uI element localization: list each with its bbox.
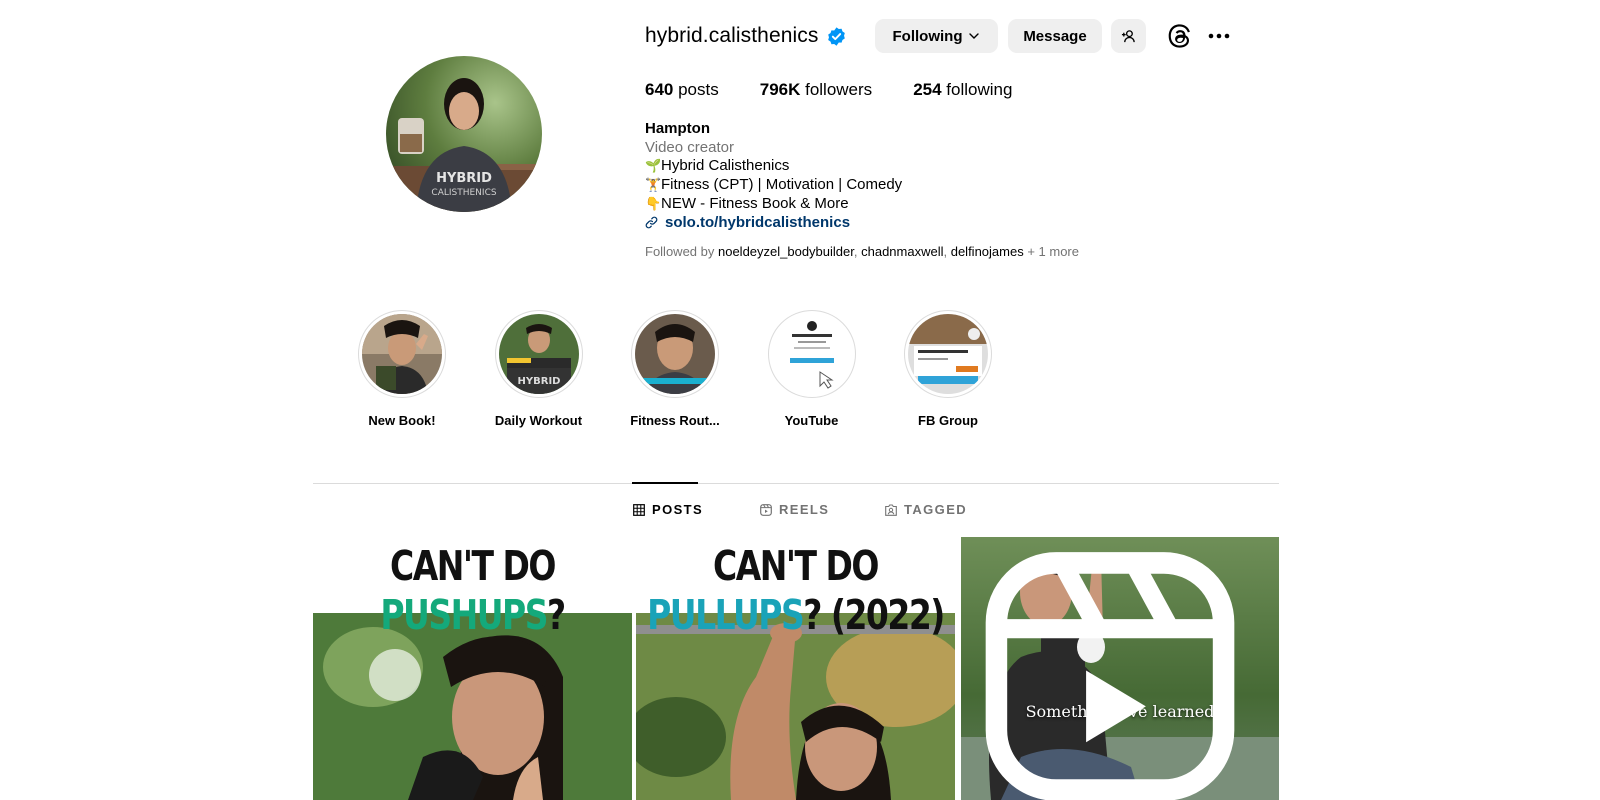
active-tab-indicator	[632, 482, 698, 484]
story-highlights: New Book! HYBRID Daily Workout Fitness R…	[358, 310, 1041, 428]
tab-posts[interactable]: POSTS	[633, 502, 703, 517]
bio-link[interactable]: solo.to/hybridcalisthenics	[645, 214, 902, 233]
bio-line: 🏋Fitness (CPT) | Motivation | Comedy	[645, 176, 902, 195]
bio-line: 👇NEW - Fitness Book & More	[645, 195, 902, 214]
post-title-accent: PULLUPS	[647, 590, 805, 639]
highlight-thumbnail: HYBRID	[498, 314, 579, 394]
followers-count-value: 796K	[759, 80, 801, 99]
highlight-ring	[767, 310, 856, 398]
highlight-thumbnail	[635, 314, 715, 394]
tab-reels[interactable]: REELS	[760, 502, 829, 517]
followed-by-user[interactable]: delfinojames	[951, 244, 1024, 259]
separator: ,	[943, 244, 951, 259]
bio-line-text: Fitness (CPT) | Motivation | Comedy	[661, 176, 903, 194]
followed-by-user[interactable]: noeldeyzel_bodybuilder	[718, 244, 854, 259]
highlight-new-book[interactable]: New Book!	[358, 310, 446, 428]
highlight-daily-workout[interactable]: HYBRID Daily Workout	[494, 310, 583, 428]
profile-display-name: Hampton	[645, 120, 710, 137]
highlight-fitness-routine[interactable]: Fitness Rout...	[630, 310, 720, 428]
post-title-accent: PUSHUPS	[380, 590, 548, 639]
highlight-fb-group[interactable]: FB Group	[904, 310, 992, 428]
followed-by[interactable]: Followed by noeldeyzel_bodybuilder, chad…	[645, 244, 1079, 259]
posts-grid: CAN'T DO PUSHUPS? CAN'T DO PULLUPS? (202…	[313, 537, 1279, 800]
following-button[interactable]: Following	[875, 19, 998, 53]
following-count[interactable]: 254 following	[913, 80, 1012, 100]
following-count-value: 254	[913, 80, 942, 99]
pointing-down-emoji: 👇	[645, 195, 662, 211]
followed-by-user[interactable]: chadnmaxwell	[861, 244, 943, 259]
posts-count-value: 640	[645, 80, 674, 99]
highlight-label: FB Group	[918, 413, 978, 428]
message-button-label: Message	[1023, 27, 1087, 45]
bio-line-text: NEW - Fitness Book & More	[661, 194, 849, 212]
followers-count[interactable]: 796K followers	[760, 80, 872, 100]
bio-link-text: solo.to/hybridcalisthenics	[665, 213, 851, 231]
add-person-icon	[1121, 29, 1135, 42]
following-count-label: following	[941, 80, 1013, 99]
profile-username: hybrid.calisthenics	[645, 24, 819, 47]
profile-category: Video creator	[645, 138, 734, 156]
reels-icon	[760, 503, 772, 516]
tab-posts-label: POSTS	[652, 502, 704, 517]
chevron-down-icon	[969, 33, 980, 39]
highlight-youtube[interactable]: YouTube	[767, 310, 856, 428]
tab-tagged-label: TAGGED	[904, 502, 968, 517]
more-options-icon[interactable]	[1206, 26, 1232, 46]
highlight-label: YouTube	[784, 413, 839, 428]
highlight-ring	[904, 310, 992, 398]
link-icon	[645, 217, 658, 229]
followed-by-prefix: Followed by	[645, 244, 718, 259]
tabs-divider	[313, 483, 1279, 484]
post-thumbnail[interactable]: CAN'T DO PULLUPS? (2022)	[636, 537, 955, 800]
tagged-icon	[885, 503, 897, 516]
post-title-suffix: ?	[546, 590, 566, 639]
reel-icon	[985, 552, 1235, 800]
highlight-thumbnail	[771, 314, 852, 394]
highlight-ring	[358, 310, 446, 398]
profile-avatar[interactable]: HYBRID CALISTHENICS	[386, 56, 542, 212]
seedling-emoji: 🌱	[645, 158, 662, 174]
highlight-thumbnail	[362, 314, 442, 394]
posts-count: 640 posts	[645, 80, 719, 100]
threads-icon[interactable]	[1166, 22, 1194, 50]
weightlifter-emoji: 🏋	[645, 177, 662, 193]
highlight-label: New Book!	[368, 413, 436, 428]
tab-reels-label: REELS	[779, 502, 830, 517]
followed-by-suffix: + 1 more	[1023, 244, 1079, 259]
profile-bio: Hampton Video creator 🌱Hybrid Calistheni…	[645, 120, 902, 232]
svg-text:HYBRID: HYBRID	[436, 171, 492, 186]
following-button-label: Following	[892, 27, 963, 45]
bio-line-text: Hybrid Calisthenics	[661, 157, 790, 175]
highlight-label: Daily Workout	[494, 413, 583, 428]
followers-count-label: followers	[800, 80, 873, 99]
bio-line: 🌱Hybrid Calisthenics	[645, 157, 902, 176]
highlight-label: Fitness Rout...	[630, 413, 720, 428]
post-title: CAN'T DO PULLUPS? (2022)	[636, 541, 955, 639]
grid-icon	[633, 503, 645, 516]
post-title-prefix: CAN'T DO	[390, 541, 556, 590]
post-title-suffix: ? (2022)	[803, 590, 945, 639]
posts-count-label: posts	[673, 80, 719, 99]
tab-tagged[interactable]: TAGGED	[885, 502, 967, 517]
post-thumbnail[interactable]: Something I've learned	[961, 537, 1279, 800]
highlight-thumbnail	[908, 314, 988, 394]
post-title: CAN'T DO PUSHUPS?	[313, 541, 632, 639]
post-title-prefix: CAN'T DO	[713, 541, 879, 590]
message-button[interactable]: Message	[1008, 19, 1102, 53]
highlight-ring: HYBRID	[494, 310, 583, 398]
verified-badge-icon	[826, 26, 847, 47]
svg-text:CALISTHENICS: CALISTHENICS	[431, 188, 496, 198]
suggested-accounts-button[interactable]	[1111, 19, 1146, 53]
post-thumbnail[interactable]: CAN'T DO PUSHUPS?	[313, 537, 632, 800]
highlight-ring	[631, 310, 719, 398]
profile-stats: 640 posts 796K followers 254 following	[645, 80, 1053, 100]
svg-text:HYBRID: HYBRID	[517, 376, 560, 387]
